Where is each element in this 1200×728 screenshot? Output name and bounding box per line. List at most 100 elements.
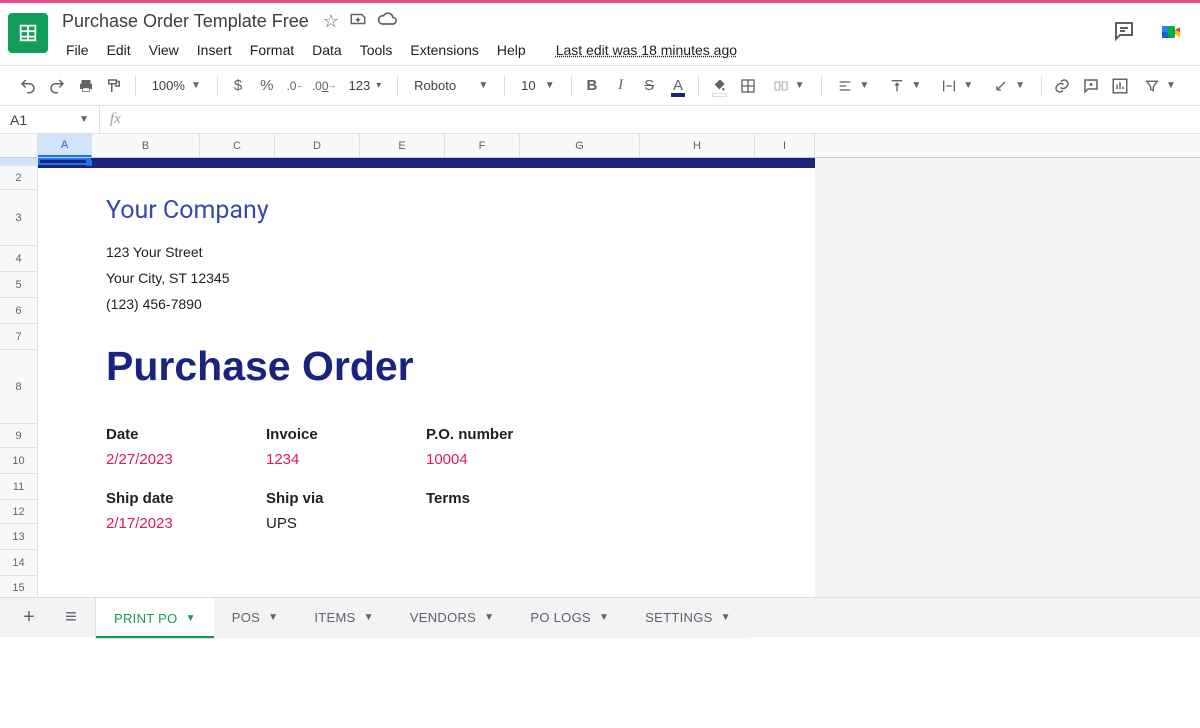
cloud-status-icon[interactable]	[377, 9, 397, 34]
label-invoice: Invoice	[266, 426, 426, 443]
address-line1: 123 Your Street	[106, 239, 815, 265]
all-sheets-button[interactable]: ≡	[54, 601, 88, 635]
col-header-C[interactable]: C	[200, 134, 275, 157]
redo-button[interactable]	[45, 72, 70, 100]
formula-input[interactable]	[131, 106, 1200, 133]
bold-button[interactable]: B	[580, 72, 605, 100]
sheet-tab-print-po[interactable]: PRINT PO▼	[96, 598, 214, 638]
zoom-select[interactable]: 100%▼	[144, 72, 209, 100]
col-header-H[interactable]: H	[640, 134, 755, 157]
paint-format-button[interactable]	[102, 72, 127, 100]
add-sheet-button[interactable]: +	[12, 601, 46, 635]
row-header-6[interactable]: 6	[0, 298, 37, 324]
undo-button[interactable]	[16, 72, 41, 100]
sheet-tab-vendors[interactable]: VENDORS▼	[392, 598, 513, 638]
text-wrap-button[interactable]: ▼	[933, 72, 981, 100]
col-header-A[interactable]: A	[38, 134, 92, 157]
sheet-tab-po-logs[interactable]: PO LOGS▼	[512, 598, 627, 638]
sheet-content: Your Company 123 Your Street Your City, …	[38, 168, 815, 728]
menu-bar: File Edit View Insert Format Data Tools …	[58, 38, 1112, 62]
column-headers: ABCDEFGHI	[38, 134, 1200, 158]
fx-icon: fx	[100, 111, 131, 128]
menu-data[interactable]: Data	[304, 38, 350, 62]
italic-button[interactable]: I	[608, 72, 633, 100]
menu-insert[interactable]: Insert	[189, 38, 240, 62]
col-header-D[interactable]: D	[275, 134, 360, 157]
row-header-12[interactable]: 12	[0, 500, 37, 524]
row-header-8[interactable]: 8	[0, 350, 37, 424]
text-color-button[interactable]: A	[666, 72, 691, 100]
sheet-tab-items[interactable]: ITEMS▼	[296, 598, 391, 638]
company-name: Your Company	[106, 196, 815, 225]
print-button[interactable]	[73, 72, 98, 100]
row-header-1[interactable]	[0, 158, 37, 166]
filter-button[interactable]: ▼	[1136, 72, 1184, 100]
currency-button[interactable]: $	[226, 72, 251, 100]
font-select[interactable]: Roboto▼	[406, 72, 496, 100]
text-rotation-button[interactable]: ▼	[985, 72, 1033, 100]
menu-help[interactable]: Help	[489, 38, 534, 62]
row-header-3[interactable]: 3	[0, 190, 37, 246]
sheet-tab-bar: + ≡ PRINT PO▼POS▼ITEMS▼VENDORS▼PO LOGS▼S…	[0, 597, 1200, 637]
document-title[interactable]: Purchase Order Template Free	[58, 9, 313, 34]
increase-decimal-button[interactable]: .00→	[312, 72, 337, 100]
horizontal-align-button[interactable]: ▼	[829, 72, 877, 100]
menu-file[interactable]: File	[58, 38, 97, 62]
row1-blue-bar	[38, 158, 815, 168]
last-edit-link[interactable]: Last edit was 18 minutes ago	[548, 38, 745, 62]
row-header-10[interactable]: 10	[0, 448, 37, 474]
label-date: Date	[106, 426, 266, 443]
menu-extensions[interactable]: Extensions	[402, 38, 486, 62]
star-icon[interactable]: ☆	[323, 11, 339, 32]
row-header-5[interactable]: 5	[0, 272, 37, 298]
menu-view[interactable]: View	[141, 38, 187, 62]
label-ship-date: Ship date	[106, 490, 266, 507]
meet-icon[interactable]	[1154, 15, 1188, 49]
insert-comment-button[interactable]	[1079, 72, 1104, 100]
sheet-tab-settings[interactable]: SETTINGS▼	[627, 598, 749, 638]
insert-link-button[interactable]	[1050, 72, 1075, 100]
sheets-app-icon[interactable]	[8, 13, 48, 53]
row-header-4[interactable]: 4	[0, 246, 37, 272]
percent-button[interactable]: %	[254, 72, 279, 100]
row-header-14[interactable]: 14	[0, 550, 37, 576]
menu-tools[interactable]: Tools	[352, 38, 401, 62]
address-line2: Your City, ST 12345	[106, 265, 815, 291]
formula-bar: A1▼ fx	[0, 106, 1200, 134]
col-header-F[interactable]: F	[445, 134, 520, 157]
sheet-tab-pos[interactable]: POS▼	[214, 598, 297, 638]
col-header-I[interactable]: I	[755, 134, 815, 157]
row-header-11[interactable]: 11	[0, 474, 37, 500]
col-header-G[interactable]: G	[520, 134, 640, 157]
row-header-7[interactable]: 7	[0, 324, 37, 350]
comments-icon[interactable]	[1112, 19, 1136, 46]
row-header-13[interactable]: 13	[0, 524, 37, 550]
row-header-9[interactable]: 9	[0, 424, 37, 448]
borders-button[interactable]	[736, 72, 761, 100]
po-title: Purchase Order	[106, 343, 815, 390]
value-invoice: 1234	[266, 451, 426, 468]
vertical-align-button[interactable]: ▼	[881, 72, 929, 100]
number-format-select[interactable]: 123▾	[341, 72, 390, 100]
merge-cells-button[interactable]: ▼	[765, 72, 813, 100]
title-bar: Purchase Order Template Free ☆ File Edit…	[0, 3, 1200, 65]
insert-chart-button[interactable]	[1107, 72, 1132, 100]
menu-format[interactable]: Format	[242, 38, 302, 62]
move-icon[interactable]	[349, 10, 367, 33]
label-terms: Terms	[426, 490, 596, 507]
fill-color-button[interactable]	[707, 72, 732, 100]
value-po-number: 10004	[426, 451, 596, 468]
row-header-2[interactable]: 2	[0, 166, 37, 190]
col-header-B[interactable]: B	[92, 134, 200, 157]
label-ship-via: Ship via	[266, 490, 426, 507]
out-of-range-background	[815, 158, 1200, 598]
spreadsheet-grid[interactable]: 23456789101112131415 ABCDEFGHI Your Comp…	[0, 134, 1200, 598]
name-box[interactable]: A1▼	[0, 106, 100, 134]
font-size-select[interactable]: 10▼	[513, 72, 563, 100]
menu-edit[interactable]: Edit	[99, 38, 139, 62]
col-header-E[interactable]: E	[360, 134, 445, 157]
row-headers: 23456789101112131415	[0, 134, 38, 598]
strikethrough-button[interactable]: S	[637, 72, 662, 100]
toolbar: 100%▼ $ % .0← .00→ 123▾ Roboto▼ 10▼ B I …	[0, 66, 1200, 106]
decrease-decimal-button[interactable]: .0←	[283, 72, 308, 100]
